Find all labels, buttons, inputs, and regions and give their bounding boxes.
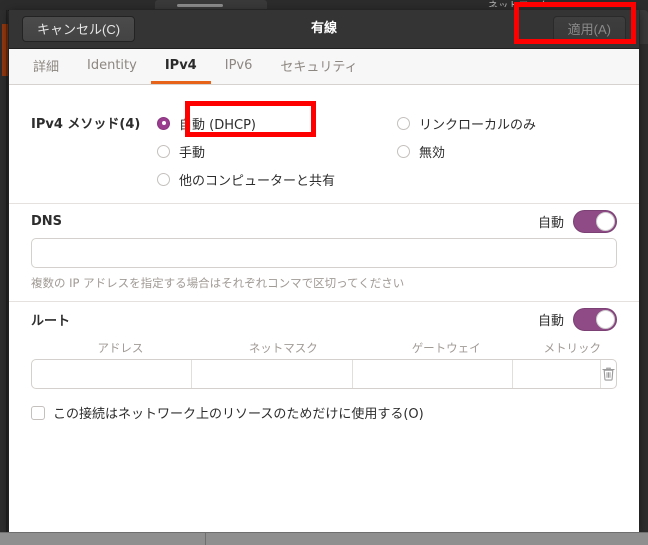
radio-label: 手動 <box>179 145 206 161</box>
dialog-headerbar: キャンセル(C) 有線 適用(A) <box>9 10 639 49</box>
routes-auto-toggle[interactable] <box>573 307 617 331</box>
route-delete-button[interactable] <box>601 360 616 388</box>
routes-block: ルート 自動 アドレス ネットマスク ゲートウェイ メトリック この接続はネット… <box>31 302 617 422</box>
restrict-to-network-checkbox-row[interactable]: この接続はネットワーク上のリソースのためだけに使用する(O) <box>31 403 617 422</box>
tab-ipv4[interactable]: IPv4 <box>150 49 211 84</box>
trash-icon <box>602 367 615 381</box>
bottom-background-bar <box>0 532 648 545</box>
routes-column-headers: アドレス ネットマスク ゲートウェイ メトリック <box>31 340 617 356</box>
radio-manual[interactable]: 手動 <box>157 137 397 165</box>
radio-shared-to-other-computers[interactable]: 他のコンピューターと共有 <box>157 165 397 193</box>
routes-table-row <box>31 359 617 389</box>
routes-header-row: ルート 自動 <box>31 302 617 336</box>
screen: ネットワーク キャンセル(C) 有線 適用(A) 詳細 Identity IPv… <box>0 0 648 545</box>
restrict-to-network-label: この接続はネットワーク上のリソースのためだけに使用する(O) <box>53 407 424 422</box>
routes-auto-control: 自動 <box>537 307 617 331</box>
radio-link-local-only[interactable]: リンクローカルのみ <box>397 109 617 137</box>
route-address-cell[interactable] <box>32 360 193 388</box>
wired-connection-dialog: キャンセル(C) 有線 適用(A) 詳細 Identity IPv4 IPv6 … <box>9 10 639 532</box>
radio-label: 自動 (DHCP) <box>179 117 256 133</box>
radio-indicator-icon <box>157 116 170 130</box>
routes-auto-label: 自動 <box>537 313 564 329</box>
background-window-right-edge <box>640 10 648 44</box>
radio-label: リンクローカルのみ <box>419 117 537 133</box>
radio-indicator-icon <box>397 116 410 130</box>
apply-button[interactable]: 適用(A) <box>552 16 626 42</box>
dns-auto-control: 自動 <box>537 209 617 233</box>
routes-column-header-address: アドレス <box>97 341 144 355</box>
route-gateway-cell[interactable] <box>353 360 513 388</box>
radio-disable[interactable]: 無効 <box>397 137 617 165</box>
window-grip <box>177 4 223 7</box>
dns-block: DNS 自動 複数の IP アドレスを指定する場合はそれぞれコンマで区切ってくだ… <box>31 204 617 291</box>
route-metric-cell[interactable] <box>513 360 601 388</box>
dns-header-row: DNS 自動 <box>31 204 617 238</box>
ipv4-method-options: 自動 (DHCP) 手動 他のコンピューターと共有 リンクローカルのみ 無効 <box>157 109 617 193</box>
routes-column-header-netmask: ネットマスク <box>248 341 318 355</box>
background-window-title: ネットワーク <box>488 1 550 7</box>
ipv4-method-left-column: 自動 (DHCP) 手動 他のコンピューターと共有 <box>157 109 397 193</box>
dns-hint-text: 複数の IP アドレスを指定する場合はそれぞれコンマで区切ってください <box>31 276 405 290</box>
radio-indicator-icon <box>157 172 170 186</box>
restrict-to-network-checkbox[interactable] <box>31 405 45 420</box>
dns-servers-input[interactable] <box>31 238 617 268</box>
radio-automatic-dhcp[interactable]: 自動 (DHCP) <box>157 109 397 137</box>
radio-indicator-icon <box>397 144 410 158</box>
radio-label: 無効 <box>419 145 446 161</box>
tab-identity[interactable]: Identity <box>73 49 151 84</box>
dns-auto-toggle[interactable] <box>573 209 617 233</box>
routes-label: ルート <box>31 313 71 329</box>
dns-label: DNS <box>31 213 63 229</box>
dns-auto-label: 自動 <box>537 215 564 231</box>
ipv4-method-label: IPv4 メソッド(4) <box>31 117 141 132</box>
background-window-fragment <box>155 0 267 9</box>
radio-indicator-icon <box>157 144 170 158</box>
tab-ipv6[interactable]: IPv6 <box>211 49 267 84</box>
ipv4-settings-panel: IPv4 メソッド(4) 自動 (DHCP) 手動 他のコンピューターと共有 リ… <box>9 85 639 532</box>
ipv4-method-right-column: リンクローカルのみ 無効 <box>397 109 617 193</box>
routes-column-header-metric: メトリック <box>543 341 602 355</box>
cancel-button[interactable]: キャンセル(C) <box>22 16 136 42</box>
bottom-bar-seam <box>205 533 206 545</box>
toggle-knob <box>596 211 615 231</box>
ipv4-method-block: IPv4 メソッド(4) 自動 (DHCP) 手動 他のコンピューターと共有 リ… <box>31 85 617 193</box>
route-netmask-cell[interactable] <box>192 360 353 388</box>
radio-label: 他のコンピューターと共有 <box>179 173 336 189</box>
toggle-knob <box>596 309 615 329</box>
tab-details[interactable]: 詳細 <box>19 49 73 84</box>
tab-bar: 詳細 Identity IPv4 IPv6 セキュリティ <box>9 49 639 85</box>
routes-column-header-gateway: ゲートウェイ <box>411 341 481 355</box>
tab-security[interactable]: セキュリティ <box>266 49 371 84</box>
